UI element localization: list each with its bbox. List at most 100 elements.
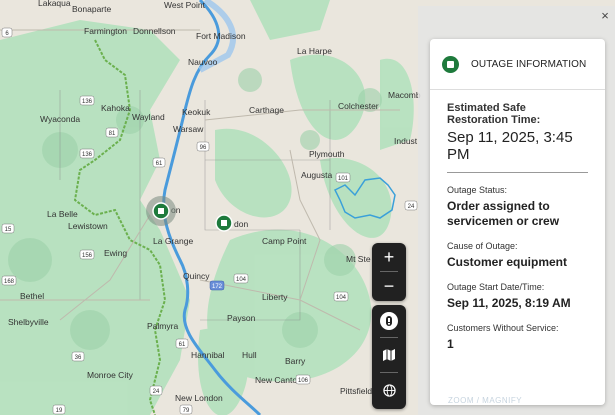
route-shield: 61 bbox=[175, 338, 189, 349]
zoom-out-button[interactable]: − bbox=[372, 272, 406, 300]
map-place: Camp Point bbox=[262, 236, 307, 246]
outage-marker[interactable] bbox=[215, 214, 233, 232]
route-shield: 156 bbox=[79, 249, 95, 260]
route-shield: 81 bbox=[105, 127, 119, 138]
map-icon bbox=[383, 349, 395, 361]
status-value: Order assigned to servicemen or crew bbox=[447, 199, 560, 228]
customers-label: Customers Without Service: bbox=[447, 323, 559, 333]
map-place: West Point bbox=[164, 0, 206, 10]
map-place: Augusta bbox=[301, 170, 332, 180]
route-shield: 106 bbox=[295, 374, 311, 385]
map-place: Donnellson bbox=[133, 26, 176, 36]
map-place: La Grange bbox=[153, 236, 193, 246]
route-shield: 101 bbox=[335, 172, 351, 183]
svg-text:101: 101 bbox=[338, 176, 349, 182]
map-place: Shelbyville bbox=[8, 317, 49, 327]
map-place: Liberty bbox=[262, 292, 288, 302]
route-shield: 19 bbox=[52, 404, 66, 415]
zoom-controls: + − bbox=[372, 243, 406, 301]
map-place: Nauvoo bbox=[188, 57, 218, 67]
map-place: Hannibal bbox=[191, 350, 225, 360]
route-shield: 96 bbox=[196, 141, 210, 152]
map-place: Fort Madison bbox=[196, 31, 246, 41]
map-place: Plymouth bbox=[309, 149, 345, 159]
map-place: Lakaqua bbox=[38, 0, 71, 8]
map-place: don bbox=[234, 219, 248, 229]
outage-layer-button[interactable] bbox=[372, 305, 406, 337]
svg-text:106: 106 bbox=[298, 378, 309, 384]
map-place: Ewing bbox=[104, 248, 127, 258]
map-place: Palmyra bbox=[147, 321, 178, 331]
map-place: Wayland bbox=[132, 112, 165, 122]
outage-info-card: OUTAGE INFORMATION Estimated Safe Restor… bbox=[430, 39, 605, 405]
svg-text:81: 81 bbox=[109, 131, 116, 137]
map-layer-button[interactable] bbox=[372, 338, 406, 372]
svg-text:61: 61 bbox=[179, 342, 186, 348]
svg-text:156: 156 bbox=[82, 253, 93, 259]
route-shield: 136 bbox=[79, 148, 95, 159]
map-place: Keokuk bbox=[182, 107, 211, 117]
map-place: Macomb bbox=[388, 90, 421, 100]
map-place: Bonaparte bbox=[72, 4, 111, 14]
svg-text:36: 36 bbox=[75, 355, 82, 361]
route-shield: 79 bbox=[179, 404, 193, 415]
card-header: OUTAGE INFORMATION bbox=[430, 39, 605, 90]
selected-outage-marker[interactable] bbox=[146, 196, 176, 226]
map-place: Payson bbox=[227, 313, 256, 323]
route-shield: 168 bbox=[1, 275, 17, 286]
cause-value: Customer equipment bbox=[447, 255, 568, 269]
svg-text:136: 136 bbox=[82, 152, 93, 158]
map-place: New Canton bbox=[255, 375, 302, 385]
cause-label: Cause of Outage: bbox=[447, 241, 518, 251]
status-label: Outage Status: bbox=[447, 185, 508, 195]
map-place: Colchester bbox=[338, 101, 379, 111]
map-place: Carthage bbox=[249, 105, 284, 115]
map-place: Indust bbox=[394, 136, 418, 146]
route-shield: 136 bbox=[79, 95, 95, 106]
route-shield: 61 bbox=[152, 157, 166, 168]
map-place: Kahoka bbox=[101, 103, 130, 113]
map-place: Warsaw bbox=[173, 124, 204, 134]
svg-text:96: 96 bbox=[200, 145, 207, 151]
map-place: New London bbox=[175, 393, 223, 403]
divider bbox=[447, 172, 588, 173]
map-place: Monroe City bbox=[87, 370, 134, 380]
map-place: Lewistown bbox=[68, 221, 108, 231]
svg-text:15: 15 bbox=[5, 227, 12, 233]
map-place: Quincy bbox=[183, 271, 210, 281]
outage-icon bbox=[442, 55, 459, 73]
svg-text:19: 19 bbox=[56, 408, 63, 414]
start-value: Sep 11, 2025, 8:19 AM bbox=[447, 296, 571, 310]
globe-button[interactable] bbox=[372, 373, 406, 407]
map-place: Wyaconda bbox=[40, 114, 80, 124]
route-shield: 36 bbox=[71, 351, 85, 362]
route-shield: 104 bbox=[333, 291, 349, 302]
svg-text:172: 172 bbox=[212, 284, 223, 290]
svg-text:24: 24 bbox=[408, 204, 415, 210]
map-place: Pittsfield bbox=[340, 386, 372, 396]
customers-value: 1 bbox=[447, 337, 454, 351]
route-shield: 104 bbox=[233, 273, 249, 284]
card-title: OUTAGE INFORMATION bbox=[471, 58, 587, 70]
restoration-value: Sep 11, 2025, 3:45 PM bbox=[447, 129, 573, 163]
zoom-in-button[interactable]: + bbox=[372, 243, 406, 271]
svg-text:24: 24 bbox=[153, 389, 160, 395]
close-button[interactable]: × bbox=[597, 8, 613, 24]
svg-text:136: 136 bbox=[82, 99, 93, 105]
route-shield: 6 bbox=[1, 27, 13, 38]
map-place: La Belle bbox=[47, 209, 78, 219]
zoom-magnify-link[interactable]: ZOOM / MAGNIFY bbox=[448, 396, 522, 405]
route-shield: 15 bbox=[1, 223, 15, 234]
map-place: Bethel bbox=[20, 291, 44, 301]
svg-text:168: 168 bbox=[4, 279, 15, 285]
svg-text:79: 79 bbox=[183, 408, 190, 414]
restoration-label: Estimated Safe Restoration Time: bbox=[447, 102, 541, 126]
route-shield: 172 bbox=[209, 280, 225, 291]
svg-text:104: 104 bbox=[236, 277, 247, 283]
map-place: Hull bbox=[242, 350, 257, 360]
start-label: Outage Start Date/Time: bbox=[447, 282, 545, 292]
svg-text:61: 61 bbox=[156, 161, 163, 167]
route-shield: 24 bbox=[149, 385, 163, 396]
svg-text:104: 104 bbox=[336, 295, 347, 301]
layer-controls bbox=[372, 305, 406, 409]
